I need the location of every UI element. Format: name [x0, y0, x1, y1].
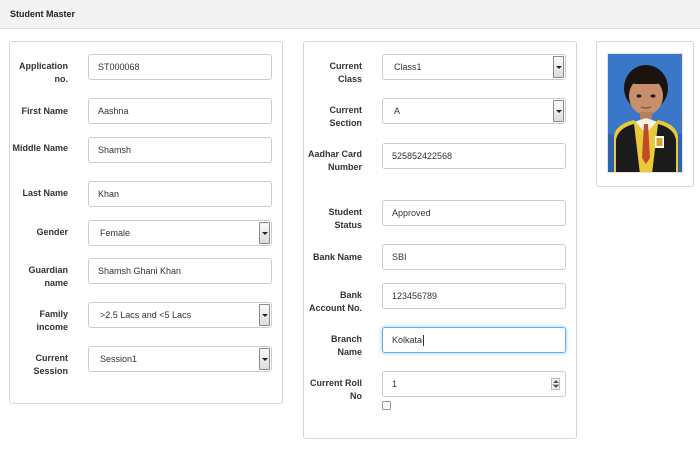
last-name-label: Last Name [22, 188, 68, 198]
current-class-selected-value: Class1 [394, 62, 422, 72]
bank-name-input[interactable]: SBI [382, 244, 566, 270]
current-session-label: Current Session [33, 353, 68, 376]
current-session-select[interactable]: Session1 [88, 346, 272, 372]
student-details-panel: Application no. ST000068 First Name Aash… [9, 41, 283, 404]
gender-selected-value: Female [100, 228, 131, 238]
first-name-label: First Name [21, 106, 68, 116]
page-header: Student Master [0, 0, 700, 29]
current-class-label: Current Class [329, 61, 362, 84]
chevron-down-icon[interactable] [259, 222, 270, 244]
page-title: Student Master [10, 9, 76, 19]
bank-name-label: Bank Name [312, 252, 362, 262]
current-session-selected-value: Session1 [100, 354, 138, 364]
application-no-label: Application no. [19, 61, 68, 84]
family-income-selected-value: >2.5 Lacs and <5 Lacs [100, 310, 192, 320]
bank-account-input[interactable]: 123456789 [382, 283, 566, 309]
branch-name-value: Kolkata [392, 335, 423, 345]
middle-name-input[interactable]: Shamsh [88, 137, 272, 163]
family-income-select[interactable]: >2.5 Lacs and <5 Lacs [88, 302, 272, 328]
aadhar-label: Aadhar Card Number [307, 149, 362, 172]
branch-name-label: Branch Name [330, 334, 362, 357]
chevron-down-icon[interactable] [259, 348, 270, 370]
middle-name-label: Middle Name [12, 143, 68, 153]
current-section-select[interactable]: A [382, 98, 566, 124]
spinner-arrows-icon[interactable] [551, 378, 560, 390]
family-income-label: Family income [36, 309, 68, 332]
current-section-selected-value: A [394, 106, 401, 116]
current-section-label: Current Section [329, 105, 362, 128]
current-class-select[interactable]: Class1 [382, 54, 566, 80]
branch-name-input[interactable]: Kolkata [382, 327, 566, 353]
last-name-input[interactable]: Khan [88, 181, 272, 207]
aadhar-input[interactable]: 525852422568 [382, 143, 566, 169]
bank-account-label: Bank Account No. [309, 290, 362, 313]
current-roll-no-value: 1 [392, 379, 398, 389]
guardian-name-label: Guardian name [28, 265, 68, 288]
current-roll-no-input[interactable]: 1 [382, 371, 566, 397]
chevron-down-icon[interactable] [553, 56, 564, 78]
chevron-down-icon[interactable] [553, 100, 564, 122]
student-status-input[interactable]: Approved [382, 200, 566, 226]
chevron-down-icon[interactable] [259, 304, 270, 326]
academic-details-panel: Current Class Class1 Current Section A A… [303, 41, 577, 439]
gender-select[interactable]: Female [88, 220, 272, 246]
student-status-label: Student Status [328, 207, 363, 230]
text-cursor [423, 335, 425, 347]
current-roll-no-label: Current Roll No [309, 378, 362, 401]
student-photo [607, 53, 683, 173]
first-name-input[interactable]: Aashna [88, 98, 272, 124]
guardian-name-input[interactable]: Shamsh Ghani Khan [88, 258, 272, 284]
photo-panel [596, 41, 694, 187]
checkbox[interactable] [382, 401, 391, 410]
gender-label: Gender [36, 227, 68, 237]
application-no-input[interactable]: ST000068 [88, 54, 272, 80]
